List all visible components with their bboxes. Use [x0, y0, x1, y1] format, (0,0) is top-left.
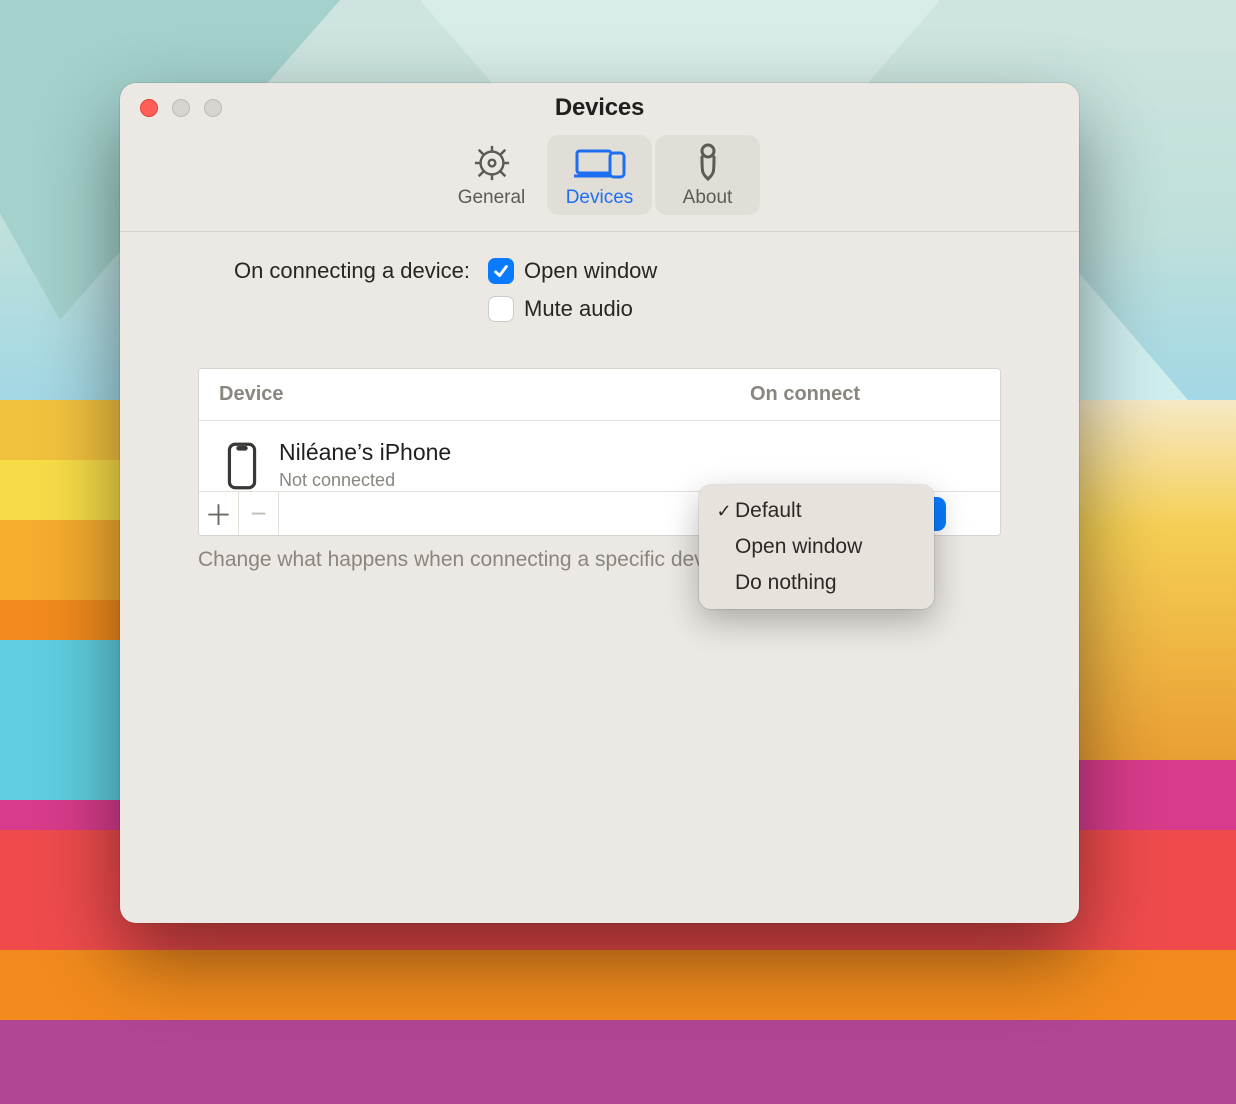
desktop-wallpaper: Devices: [0, 0, 1236, 1104]
table-row[interactable]: Niléane’s iPhone Not connected: [199, 421, 1000, 491]
menu-item-open-window[interactable]: Open window: [705, 529, 928, 565]
gear-icon: [473, 143, 511, 183]
devices-icon: [574, 143, 626, 183]
menu-item-label: Default: [735, 499, 802, 523]
menu-item-default[interactable]: ✓ Default: [705, 493, 928, 529]
menu-item-label: Do nothing: [735, 571, 837, 595]
zoom-icon[interactable]: [204, 99, 222, 117]
open-window-label: Open window: [524, 258, 657, 284]
device-status: Not connected: [279, 470, 451, 491]
add-device-button[interactable]: ＋: [199, 492, 239, 535]
checkbox-mute-audio[interactable]: [488, 296, 514, 322]
close-icon[interactable]: [140, 99, 158, 117]
iphone-icon: [227, 442, 257, 490]
tab-about[interactable]: About: [655, 135, 760, 215]
tab-general[interactable]: General: [439, 135, 544, 215]
checkmark-icon: ✓: [713, 501, 735, 522]
tab-about-label: About: [683, 187, 733, 209]
tab-general-label: General: [458, 187, 526, 209]
column-device[interactable]: Device: [219, 383, 750, 406]
checkbox-open-window[interactable]: [488, 258, 514, 284]
window-titlebar: Devices: [120, 83, 1079, 133]
tab-devices[interactable]: Devices: [547, 135, 652, 215]
preferences-toolbar: General Devices: [120, 133, 1079, 225]
preferences-window: Devices: [120, 83, 1079, 923]
mute-audio-label: Mute audio: [524, 296, 633, 322]
window-title: Devices: [555, 94, 644, 122]
menu-item-label: Open window: [735, 535, 862, 559]
remove-device-button[interactable]: −: [239, 492, 279, 535]
minimize-icon[interactable]: [172, 99, 190, 117]
on-connect-menu: ✓ Default Open window Do nothing: [699, 485, 934, 609]
tab-devices-label: Devices: [566, 187, 634, 209]
device-name: Niléane’s iPhone: [279, 439, 451, 466]
on-connect-label: On connecting a device:: [198, 258, 488, 284]
column-onconnect[interactable]: On connect: [750, 383, 980, 406]
about-icon: [693, 143, 723, 183]
menu-item-do-nothing[interactable]: Do nothing: [705, 565, 928, 601]
